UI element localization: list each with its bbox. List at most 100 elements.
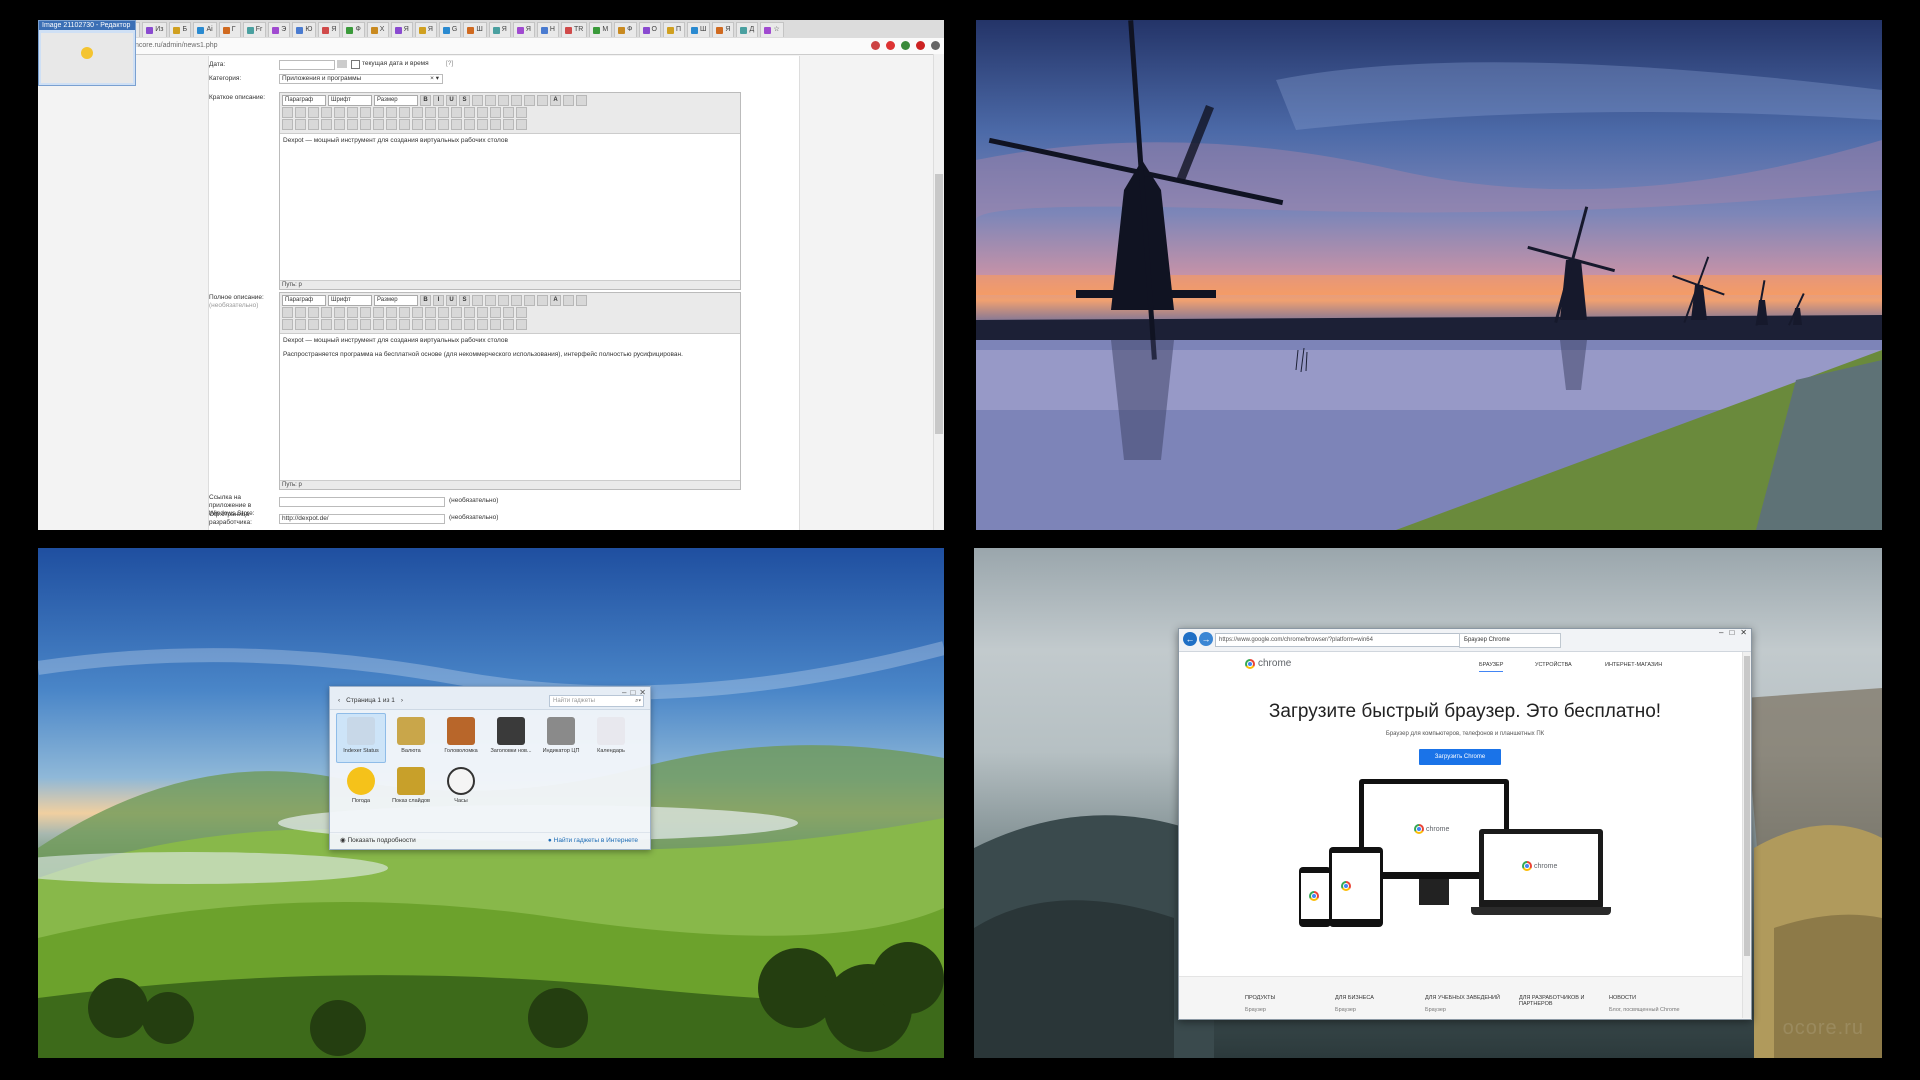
anchor-button[interactable] xyxy=(412,307,423,318)
anchor-button[interactable] xyxy=(412,107,423,118)
paste-button[interactable] xyxy=(308,307,319,318)
align-justify-button[interactable] xyxy=(511,295,522,306)
ie-tab[interactable]: Браузер Chrome xyxy=(1459,633,1561,648)
browser-tab[interactable]: H xyxy=(536,22,559,37)
forward-icon[interactable]: → xyxy=(1199,632,1213,646)
category-select[interactable]: Приложения и программы × ▾ xyxy=(279,74,443,84)
paragraph-select[interactable]: Параграф xyxy=(282,95,326,106)
video-button[interactable] xyxy=(490,119,501,130)
redo-button[interactable] xyxy=(373,307,384,318)
charmap-button[interactable] xyxy=(347,319,358,330)
outdent-button[interactable] xyxy=(399,319,410,330)
cut-button[interactable] xyxy=(282,307,293,318)
footer-link[interactable]: Блог, посвященный Chrome xyxy=(1609,1007,1695,1013)
table-button[interactable] xyxy=(576,95,587,106)
print-button[interactable] xyxy=(308,119,319,130)
extension-icon[interactable] xyxy=(901,41,910,50)
footer-link[interactable]: Браузер xyxy=(1245,1007,1331,1013)
text-color-button[interactable]: A xyxy=(550,295,561,306)
align-center-button[interactable] xyxy=(485,95,496,106)
browser-tab[interactable]: Я xyxy=(390,22,413,37)
pagebreak-button[interactable] xyxy=(438,119,449,130)
browser-tab[interactable]: Ш xyxy=(463,22,487,37)
file-button[interactable] xyxy=(503,119,514,130)
full-desc-editor[interactable]: Параграф Шрифт Размер BIUS A Dexpot — мо… xyxy=(279,292,741,490)
find-button[interactable] xyxy=(334,307,345,318)
find-gadgets-online-link[interactable]: ● Найти гаджеты в Интернете xyxy=(548,833,638,849)
html-button[interactable] xyxy=(464,107,475,118)
replace-button[interactable] xyxy=(347,307,358,318)
dev-page-input[interactable]: http://dexpot.de/ xyxy=(279,514,445,524)
next-page-icon[interactable]: › xyxy=(401,697,403,704)
gadget-item[interactable]: Валюта xyxy=(387,714,435,762)
gadget-item[interactable]: Головоломка xyxy=(437,714,485,762)
download-chrome-button[interactable]: Загрузить Chrome xyxy=(1419,749,1501,765)
find-button[interactable] xyxy=(334,107,345,118)
link-button[interactable] xyxy=(386,307,397,318)
preview-button[interactable] xyxy=(477,107,488,118)
browser-tab[interactable]: Д xyxy=(736,22,759,37)
preview-button[interactable] xyxy=(477,307,488,318)
gadget-item[interactable]: Часы xyxy=(437,764,485,812)
gadget-item[interactable]: Погода xyxy=(337,764,385,812)
list-button[interactable] xyxy=(524,295,535,306)
maximize-icon[interactable]: □ xyxy=(1729,628,1734,637)
date-input[interactable] xyxy=(279,60,335,70)
list-button[interactable] xyxy=(524,95,535,106)
gadget-item[interactable]: Календарь xyxy=(587,714,635,762)
outdent-button[interactable] xyxy=(399,119,410,130)
gadget-item[interactable]: Indexer Status xyxy=(336,713,386,763)
spellcheck-button[interactable] xyxy=(334,119,345,130)
style-button[interactable] xyxy=(464,319,475,330)
browser-tab[interactable]: М xyxy=(589,22,613,37)
store-link-input[interactable] xyxy=(279,497,445,507)
table-button[interactable] xyxy=(576,295,587,306)
paste-text-button[interactable] xyxy=(321,107,332,118)
code-button[interactable] xyxy=(425,319,436,330)
adblock-icon[interactable] xyxy=(916,41,925,50)
redo-button[interactable] xyxy=(373,107,384,118)
fullscreen-button[interactable] xyxy=(321,119,332,130)
browser-tab[interactable]: Fr xyxy=(242,22,267,37)
layer-button[interactable] xyxy=(451,319,462,330)
undo-button[interactable] xyxy=(360,307,371,318)
current-date-checkbox[interactable] xyxy=(351,60,360,69)
browser-tab[interactable]: Я xyxy=(488,22,511,37)
fullscreen-button[interactable] xyxy=(321,319,332,330)
ie-address-bar[interactable]: https://www.google.com/chrome/browser/?p… xyxy=(1215,633,1460,647)
paste-button[interactable] xyxy=(308,107,319,118)
image-button[interactable] xyxy=(425,307,436,318)
align-left-button[interactable] xyxy=(472,95,483,106)
date-insert-button[interactable] xyxy=(360,119,371,130)
nav-webstore[interactable]: ИНТЕРНЕТ-МАГАЗИН xyxy=(1605,662,1662,668)
nav-devices[interactable]: УСТРОЙСТВА xyxy=(1535,662,1572,668)
blockquote-button[interactable] xyxy=(412,319,423,330)
paste-text-button[interactable] xyxy=(321,307,332,318)
indent-button[interactable] xyxy=(386,119,397,130)
short-desc-text[interactable]: Dexpot — мощный инструмент для создания … xyxy=(280,134,740,147)
browser-tab[interactable]: Ф xyxy=(614,22,637,37)
browser-tab[interactable]: П xyxy=(662,22,685,37)
gadget-search-input[interactable]: Найти гаджеты ⌕▾ xyxy=(549,695,644,707)
template-button[interactable] xyxy=(477,319,488,330)
gadget-item[interactable]: Показ слайдов xyxy=(387,764,435,812)
underline-button[interactable]: U xyxy=(446,295,457,306)
unlink-button[interactable] xyxy=(399,307,410,318)
indent-button[interactable] xyxy=(386,319,397,330)
short-desc-editor[interactable]: Параграф Шрифт Размер BIUS A Dexpot — мо… xyxy=(279,92,741,290)
browser-tab[interactable]: Ф xyxy=(342,22,365,37)
charmap-button[interactable] xyxy=(347,119,358,130)
italic-button[interactable]: I xyxy=(433,95,444,106)
font-select[interactable]: Шрифт xyxy=(328,295,372,306)
font-select[interactable]: Шрифт xyxy=(328,95,372,106)
pagebreak-button[interactable] xyxy=(438,319,449,330)
strike-button[interactable]: S xyxy=(459,295,470,306)
numbered-list-button[interactable] xyxy=(537,295,548,306)
chrome-logo[interactable]: chrome xyxy=(1245,658,1291,669)
heart-icon[interactable] xyxy=(871,41,880,50)
cut-button[interactable] xyxy=(282,107,293,118)
superscript-button[interactable] xyxy=(516,107,527,118)
browser-tab[interactable]: X xyxy=(366,22,389,37)
cleanup-button[interactable] xyxy=(438,107,449,118)
print-button[interactable] xyxy=(308,319,319,330)
